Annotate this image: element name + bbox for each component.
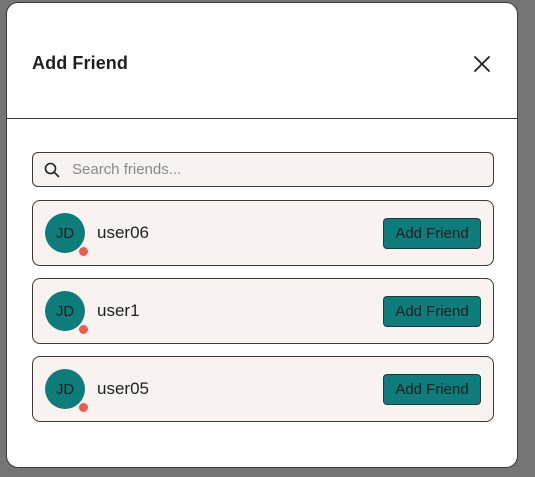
close-icon <box>474 56 490 72</box>
status-indicator <box>78 402 89 413</box>
status-indicator <box>78 324 89 335</box>
modal-title: Add Friend <box>32 53 128 73</box>
add-friend-button[interactable]: Add Friend <box>383 218 481 249</box>
friend-card: JD user1 Add Friend <box>32 278 494 344</box>
friend-card: JD user05 Add Friend <box>32 356 494 422</box>
friend-list: JD user06 Add Friend JD user1 Add Friend… <box>32 200 494 434</box>
search-input[interactable] <box>72 161 472 178</box>
friend-username: user05 <box>97 379 149 398</box>
friend-username: user06 <box>97 223 149 242</box>
close-button[interactable] <box>469 51 495 77</box>
add-friend-button[interactable]: Add Friend <box>383 374 481 405</box>
status-indicator <box>78 246 89 257</box>
search-box[interactable] <box>32 152 494 187</box>
friend-card: JD user06 Add Friend <box>32 200 494 266</box>
search-icon <box>44 162 60 178</box>
add-friend-modal: Add Friend JD user06 Add Friend JD us <box>6 2 518 468</box>
modal-header: Add Friend <box>7 3 517 119</box>
add-friend-button[interactable]: Add Friend <box>383 296 481 327</box>
friend-username: user1 <box>97 301 140 320</box>
